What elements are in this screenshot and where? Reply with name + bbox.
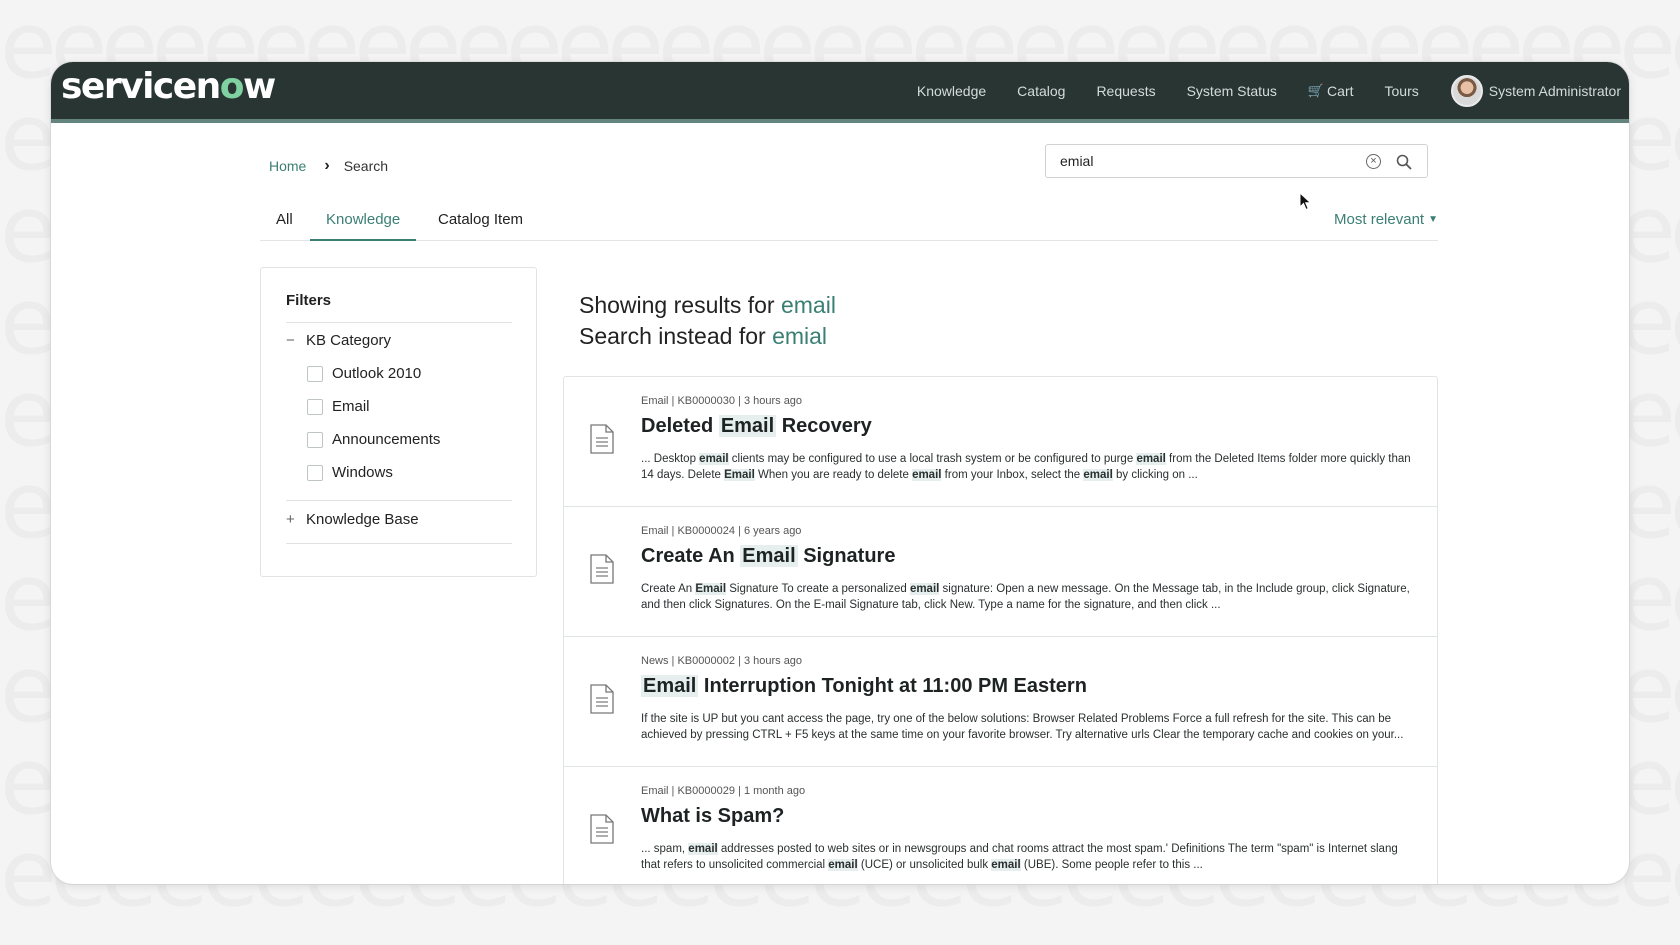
divider	[286, 543, 512, 544]
browser-window: servicenow Knowledge Catalog Requests Sy…	[51, 62, 1629, 884]
nav-requests[interactable]: Requests	[1096, 83, 1155, 99]
document-icon	[590, 424, 614, 454]
nav-menu: Knowledge Catalog Requests System Status…	[886, 62, 1621, 119]
filter-option-announcements[interactable]: Announcements	[307, 431, 440, 448]
instead-prefix: Search instead for	[579, 323, 766, 349]
cart-icon: 🛒	[1307, 82, 1325, 98]
filter-group-kb-category[interactable]: − KB Category	[286, 332, 391, 349]
divider	[286, 322, 512, 323]
search-box: ×	[1045, 144, 1428, 178]
showing-results-line: Showing results for email	[579, 290, 836, 321]
search-input[interactable]	[1060, 152, 1360, 170]
filter-option-email[interactable]: Email	[307, 398, 370, 415]
document-icon	[590, 814, 614, 844]
servicenow-logo[interactable]: servicenow	[61, 66, 276, 107]
nav-knowledge-label: Knowledge	[916, 82, 987, 99]
logo-text-end: w	[243, 66, 276, 107]
breadcrumb-home-link[interactable]: Home	[269, 158, 306, 174]
filter-option-windows[interactable]: Windows	[307, 464, 393, 481]
tab-catalog-item[interactable]: Catalog Item	[438, 211, 523, 241]
nav-catalog-label: Catalog	[1017, 82, 1066, 99]
title-highlight: Email	[641, 675, 699, 697]
result-meta: Email | KB0000024 | 6 years ago	[641, 525, 802, 537]
result-tabs: All Knowledge Catalog Item Most relevant…	[260, 201, 1438, 241]
result-title-link[interactable]: What is Spam?	[641, 805, 784, 828]
title-text: Signature	[797, 545, 896, 567]
showing-term-link[interactable]: email	[781, 292, 836, 318]
nav-tours[interactable]: Tours	[1385, 83, 1419, 99]
logo-o-letter: o	[219, 66, 245, 107]
filter-option-label: Announcements	[332, 431, 441, 448]
plus-icon: +	[286, 511, 295, 528]
search-icon[interactable]	[1395, 153, 1413, 171]
title-highlight: Email	[740, 545, 798, 567]
nav-system-status-label: System Status	[1186, 82, 1277, 99]
divider	[286, 500, 512, 501]
filter-group-label: Knowledge Base	[306, 511, 419, 528]
tab-all[interactable]: All	[276, 211, 293, 241]
result-snippet: Create An Email Signature To create a pe…	[641, 583, 1410, 611]
result-card[interactable]: Email | KB0000029 | 1 month ago What is …	[564, 767, 1437, 884]
checkbox[interactable]	[307, 398, 323, 415]
title-text: Interruption Tonight at 11:00 PM Eastern	[698, 675, 1087, 697]
result-meta: News | KB0000002 | 3 hours ago	[641, 655, 803, 667]
clear-search-icon[interactable]: ×	[1366, 154, 1381, 169]
caret-down-icon: ▼	[1428, 214, 1438, 225]
result-snippet: ... spam, email addresses posted to web …	[641, 843, 1398, 871]
minus-icon: −	[286, 332, 295, 349]
filter-option-label: Email	[332, 398, 370, 415]
result-card[interactable]: News | KB0000002 | 3 hours ago Email Int…	[564, 637, 1437, 767]
filter-group-label: KB Category	[306, 332, 392, 349]
result-snippet: ... Desktop email clients may be configu…	[641, 453, 1411, 481]
document-icon	[590, 554, 614, 584]
sort-label: Most relevant	[1334, 211, 1425, 228]
chevron-right-icon: ›	[324, 157, 330, 174]
result-title-link[interactable]: Email Interruption Tonight at 11:00 PM E…	[641, 675, 1087, 698]
title-text: Recovery	[776, 415, 872, 437]
filter-option-outlook-2010[interactable]: Outlook 2010	[307, 365, 421, 382]
tab-knowledge[interactable]: Knowledge	[310, 211, 417, 241]
result-meta: Email | KB0000029 | 1 month ago	[641, 785, 806, 797]
filters-panel: Filters − KB Category Outlook 2010 Email…	[260, 267, 537, 577]
title-text: What is Spam?	[641, 805, 785, 827]
filter-option-label: Outlook 2010	[332, 365, 422, 382]
top-navbar: servicenow Knowledge Catalog Requests Sy…	[51, 62, 1629, 123]
result-title-link[interactable]: Deleted Email Recovery	[641, 415, 872, 438]
nav-system-status[interactable]: System Status	[1187, 83, 1277, 99]
title-text: Create An	[641, 545, 741, 567]
result-list: Email | KB0000030 | 3 hours ago Deleted …	[563, 376, 1438, 884]
showing-prefix: Showing results for	[579, 292, 775, 318]
title-text: Deleted	[641, 415, 719, 437]
nav-tours-label: Tours	[1384, 82, 1419, 99]
user-name: System Administrator	[1488, 82, 1621, 99]
filter-group-knowledge-base[interactable]: + Knowledge Base	[286, 511, 419, 528]
nav-catalog[interactable]: Catalog	[1017, 83, 1065, 99]
checkbox[interactable]	[307, 431, 323, 448]
instead-term-link[interactable]: emial	[772, 323, 827, 349]
avatar	[1450, 74, 1483, 107]
result-card[interactable]: Email | KB0000024 | 6 years ago Create A…	[564, 507, 1437, 637]
search-instead-line: Search instead for emial	[579, 321, 836, 352]
result-meta: Email | KB0000030 | 3 hours ago	[641, 395, 803, 407]
breadcrumb: Home › Search	[269, 157, 388, 175]
logo-text-start: servicen	[61, 66, 221, 107]
breadcrumb-current: Search	[343, 158, 389, 174]
sort-dropdown[interactable]: Most relevant ▼	[1334, 211, 1438, 228]
filter-option-label: Windows	[332, 464, 393, 481]
nav-knowledge[interactable]: Knowledge	[917, 83, 986, 99]
checkbox[interactable]	[307, 464, 323, 481]
user-menu[interactable]: System Administrator	[1450, 74, 1621, 107]
title-highlight: Email	[718, 415, 777, 437]
document-icon	[590, 684, 614, 714]
result-card[interactable]: Email | KB0000030 | 3 hours ago Deleted …	[564, 377, 1437, 507]
result-snippet: If the site is UP but you cant access th…	[641, 713, 1404, 741]
checkbox[interactable]	[307, 365, 323, 382]
results-heading: Showing results for email Search instead…	[579, 290, 836, 352]
nav-cart-label: Cart	[1327, 82, 1354, 99]
result-title-link[interactable]: Create An Email Signature	[641, 545, 895, 568]
nav-cart[interactable]: 🛒 Cart	[1308, 83, 1354, 99]
nav-requests-label: Requests	[1096, 82, 1156, 99]
filters-title: Filters	[286, 292, 332, 309]
